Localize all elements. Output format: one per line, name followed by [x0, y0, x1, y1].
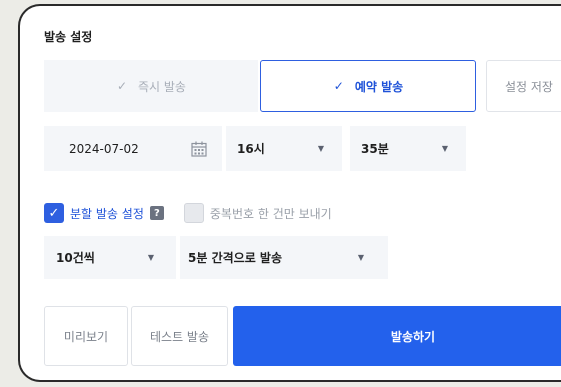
option-row: ✓ 분할 발송 설정 ? 중복번호 한 건만 보내기	[44, 203, 332, 223]
chevron-down-icon: ▼	[441, 144, 448, 153]
chevron-down-icon: ▼	[357, 253, 364, 262]
hour-value: 16시	[237, 142, 265, 156]
date-value: 2024-07-02	[69, 141, 139, 156]
hour-select[interactable]: 16시 ▼	[226, 126, 342, 171]
send-button[interactable]: 발송하기	[233, 306, 561, 366]
split-count-value: 10건씩	[56, 251, 95, 265]
calendar-icon[interactable]	[190, 140, 208, 158]
dedupe-checkbox[interactable]	[183, 203, 204, 223]
tab-reserved-label: 예약 발송	[354, 79, 404, 94]
split-interval-value: 5분 간격으로 발송	[188, 251, 282, 265]
save-settings-label: 설정 저장	[505, 79, 553, 94]
minute-select[interactable]: 35분 ▼	[350, 126, 466, 171]
dedupe-label[interactable]: 중복번호 한 건만 보내기	[210, 205, 332, 222]
chevron-down-icon: ▼	[147, 253, 154, 262]
save-settings-button[interactable]: 설정 저장	[486, 60, 561, 112]
split-interval-select[interactable]: 5분 간격으로 발송 ▼	[180, 236, 388, 279]
tab-immediate-send[interactable]: ✓ 즉시 발송	[44, 60, 258, 112]
split-count-select[interactable]: 10건씩 ▼	[44, 236, 176, 279]
preview-button[interactable]: 미리보기	[44, 306, 128, 366]
date-picker[interactable]: 2024-07-02	[44, 126, 222, 171]
chevron-down-icon: ▼	[317, 144, 324, 153]
minute-value: 35분	[361, 142, 389, 156]
check-icon: ✓	[116, 79, 128, 93]
tab-immediate-label: 즉시 발송	[138, 79, 186, 94]
send-settings-panel: 발송 설정 ✓ 즉시 발송 ✓ 예약 발송 설정 저장 2024-07-02 1…	[18, 4, 561, 382]
help-icon[interactable]: ?	[149, 206, 164, 220]
split-send-checkbox[interactable]: ✓	[44, 203, 64, 223]
test-send-button[interactable]: 테스트 발송	[131, 306, 228, 366]
tab-reserved-send[interactable]: ✓ 예약 발송	[260, 60, 476, 112]
check-icon: ✓	[333, 79, 344, 93]
split-send-label[interactable]: 분할 발송 설정	[70, 205, 144, 222]
section-title: 발송 설정	[44, 30, 93, 44]
